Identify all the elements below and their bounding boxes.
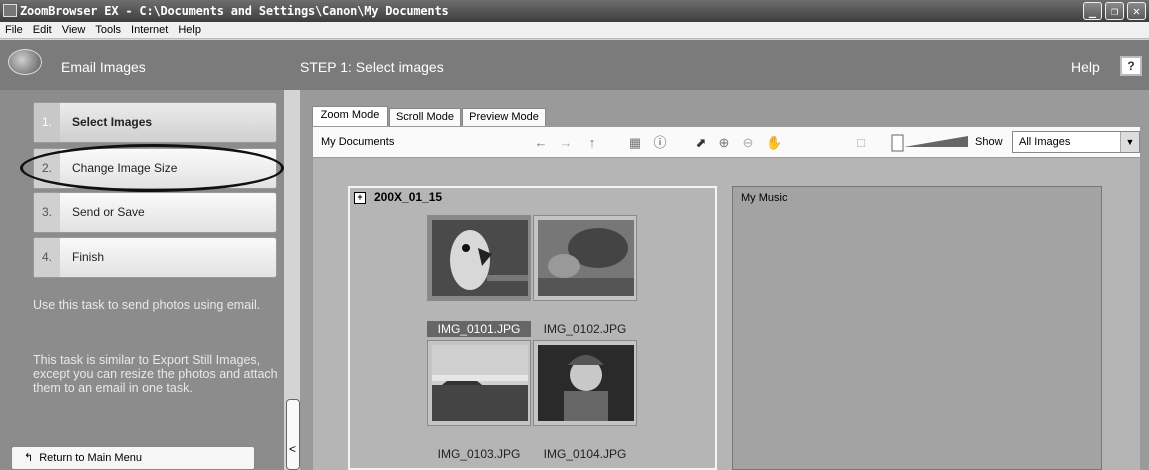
tab-zoom-mode[interactable]: Zoom Mode xyxy=(312,106,388,126)
parrot-photo xyxy=(432,220,528,296)
menu-file[interactable]: File xyxy=(5,24,23,36)
step-number: 3. xyxy=(34,193,60,232)
image-caption[interactable]: IMG_0104.JPG xyxy=(533,446,637,462)
return-arrow-icon: ↰ xyxy=(24,452,34,464)
menu-tools[interactable]: Tools xyxy=(95,24,121,36)
image-caption[interactable]: IMG_0101.JPG xyxy=(427,321,531,337)
step-number: 1. xyxy=(34,103,60,142)
select-menu-icon[interactable]: ▦ xyxy=(627,135,643,151)
title-bar: ZoomBrowser EX - C:\Documents and Settin… xyxy=(0,0,1149,22)
thumbnail-img-0103[interactable] xyxy=(427,340,531,426)
tab-preview-mode[interactable]: Preview Mode xyxy=(462,108,546,126)
folder-name: My Music xyxy=(741,192,788,204)
step-send-or-save-button[interactable]: 3. Send or Save xyxy=(33,192,277,233)
tab-scroll-mode[interactable]: Scroll Mode xyxy=(389,108,461,126)
restore-button[interactable]: ❐ xyxy=(1105,2,1124,20)
folder-name: 200X_01_15 xyxy=(374,190,443,204)
fit-view-icon[interactable]: □ xyxy=(853,135,869,151)
current-path: My Documents xyxy=(321,136,395,148)
folder-group-my-music xyxy=(732,186,1102,470)
zoom-out-icon[interactable]: ⊖ xyxy=(740,135,756,151)
help-label[interactable]: Help xyxy=(1071,59,1100,75)
highlight-ellipse xyxy=(20,144,284,192)
forward-arrow-icon[interactable]: → xyxy=(558,135,574,151)
image-caption[interactable]: IMG_0103.JPG xyxy=(427,446,531,462)
menu-view[interactable]: View xyxy=(62,24,86,36)
task-title: Email Images xyxy=(61,59,146,75)
menu-bar: File Edit View Tools Internet Help xyxy=(0,22,1149,39)
step-number: 4. xyxy=(34,238,60,277)
step-finish-button[interactable]: 4. Finish xyxy=(33,237,277,278)
zoom-in-icon[interactable]: ⊕ xyxy=(716,135,732,151)
collapse-glyph: < xyxy=(289,442,297,456)
thumbnail-img-0101[interactable] xyxy=(427,215,531,301)
thumbnail-size-slider[interactable] xyxy=(890,132,970,154)
step-select-images-button[interactable]: 1. Select Images xyxy=(33,102,277,143)
menu-internet[interactable]: Internet xyxy=(131,24,168,36)
email-task-icon xyxy=(8,49,42,75)
thumbnail-img-0102[interactable] xyxy=(533,215,637,301)
up-folder-icon[interactable]: ↑ xyxy=(584,135,600,151)
tortoise-photo xyxy=(538,220,634,296)
hand-tool-icon[interactable]: ✋ xyxy=(766,135,782,151)
step-title: STEP 1: Select images xyxy=(300,59,444,75)
step-label: Select Images xyxy=(72,115,153,129)
help-button[interactable]: ? xyxy=(1120,56,1142,76)
info-icon[interactable]: ⓘ xyxy=(652,135,668,151)
step-label: Finish xyxy=(72,250,105,264)
menu-edit[interactable]: Edit xyxy=(33,24,52,36)
return-label: Return to Main Menu xyxy=(39,452,142,464)
return-to-main-menu-button[interactable]: ↰ Return to Main Menu xyxy=(11,446,255,470)
thumbnail-img-0104[interactable] xyxy=(533,340,637,426)
back-arrow-icon[interactable]: ← xyxy=(533,135,549,151)
show-label: Show xyxy=(975,136,1003,148)
folder-header[interactable]: +200X_01_15 xyxy=(354,190,442,204)
task-description: Use this task to send photos using email… xyxy=(33,298,261,312)
image-caption[interactable]: IMG_0102.JPG xyxy=(533,321,637,337)
app-icon xyxy=(3,4,17,17)
window-title: ZoomBrowser EX - C:\Documents and Settin… xyxy=(20,4,449,18)
expand-icon[interactable]: + xyxy=(354,192,366,204)
close-button[interactable]: ✕ xyxy=(1127,2,1146,20)
child-photo xyxy=(538,345,634,421)
collapse-pane-button[interactable]: < xyxy=(286,399,300,470)
chevron-down-icon: ▼ xyxy=(1120,132,1139,152)
step-label: Send or Save xyxy=(72,205,145,219)
task-note: This task is similar to Export Still Ima… xyxy=(33,353,278,395)
sea-photo xyxy=(432,345,528,421)
minimize-button[interactable]: _ xyxy=(1083,2,1102,20)
show-filter-value: All Images xyxy=(1019,136,1071,148)
pointer-icon[interactable]: ⬈ xyxy=(693,135,709,151)
menu-help[interactable]: Help xyxy=(178,24,201,36)
show-filter-select[interactable]: All Images ▼ xyxy=(1012,131,1140,153)
task-header: Email Images STEP 1: Select images Help … xyxy=(0,40,1149,90)
